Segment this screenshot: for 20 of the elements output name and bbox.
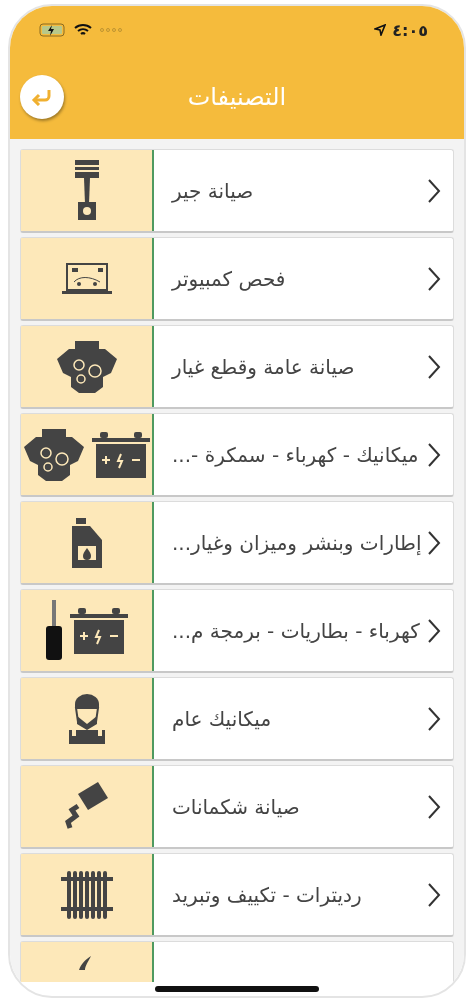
- category-item[interactable]: صيانة شكمانات: [20, 765, 454, 849]
- category-label: رديترات - تكييف وتبريد: [171, 882, 363, 907]
- category-label: إطارات وبنشر وميزان وغيار...: [171, 530, 422, 555]
- category-item[interactable]: ميكانيك عام: [20, 677, 454, 761]
- category-label: فحص كمبيوتر: [170, 266, 287, 291]
- page-title: التصنيفات: [187, 82, 287, 111]
- category-label: كهرباء - بطاريات - برمجة م...: [171, 618, 421, 643]
- status-time: ٤:٠٥: [392, 20, 428, 40]
- category-item[interactable]: كهرباء - بطاريات - برمجة م...: [20, 589, 454, 673]
- category-label: ميكانيك عام: [171, 706, 273, 731]
- category-item[interactable]: رديترات - تكييف وتبريد: [20, 853, 454, 937]
- category-label: صيانة جير: [170, 178, 255, 203]
- category-label: ميكانيك - كهرباء - سمكرة -...: [171, 442, 420, 467]
- category-item[interactable]: ميكانيك - كهرباء - سمكرة -...: [20, 413, 454, 497]
- category-item[interactable]: صيانة عامة وقطع غيار: [20, 325, 454, 409]
- category-item[interactable]: إطارات وبنشر وميزان وغيار...: [20, 501, 454, 585]
- category-item[interactable]: فحص كمبيوتر: [20, 237, 454, 321]
- category-label: صيانة عامة وقطع غيار: [170, 354, 356, 379]
- category-label: صيانة شكمانات: [171, 794, 301, 819]
- category-item[interactable]: صيانة جير: [20, 149, 454, 233]
